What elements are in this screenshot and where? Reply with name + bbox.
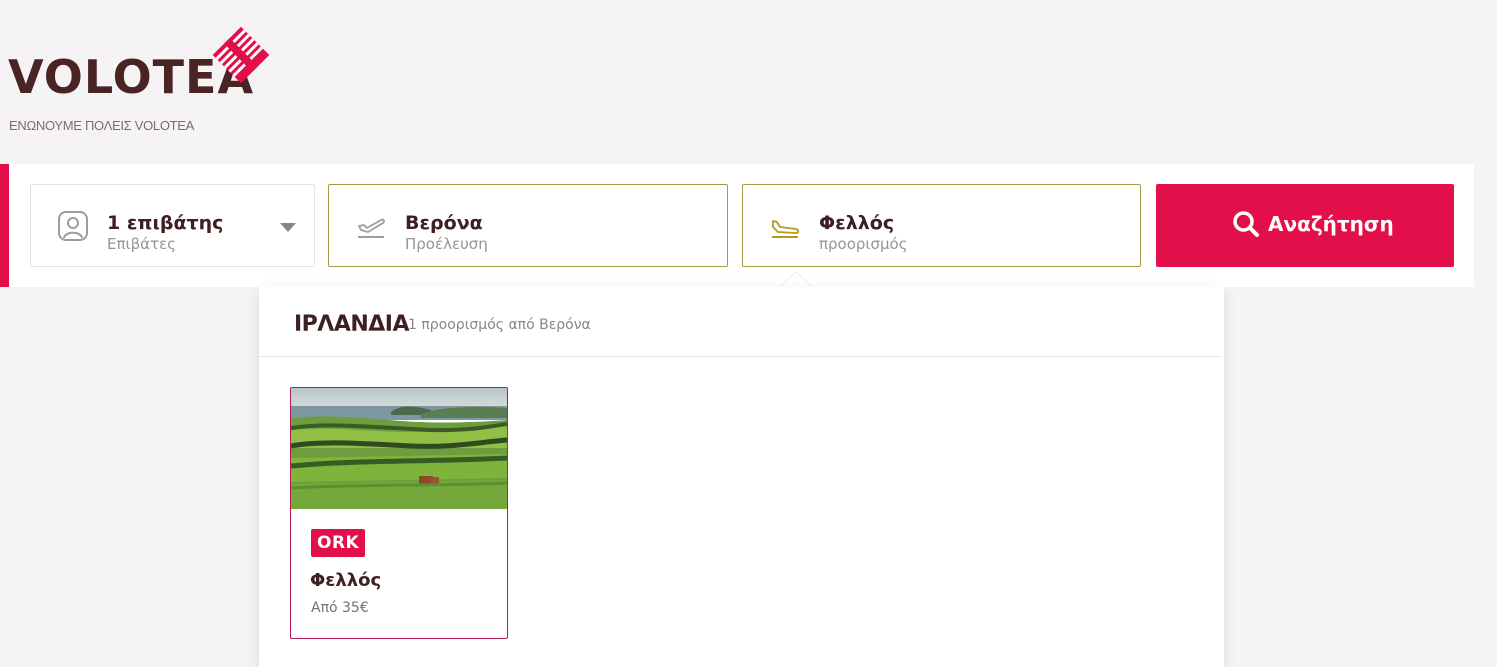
destination-field[interactable]: Φελλός προορισμός: [742, 184, 1141, 267]
passengers-value: 1 επιβάτης: [107, 212, 224, 234]
origin-label: Προέλευση: [405, 235, 488, 253]
country-header: ΙΡΛΑΝΔΙΑ 1 προορισμός από Βερόνα: [259, 287, 1221, 357]
destination-label: προορισμός: [819, 235, 908, 253]
logo-tagline: ΕΝΩΝΟΥΜΕ ΠΟΛΕΙΣ VOLOTEA: [9, 118, 195, 133]
passengers-label: Επιβάτες: [107, 235, 176, 253]
iata-code-badge: ORK: [311, 529, 366, 557]
plane-landing-icon: [772, 220, 800, 238]
destination-city: Φελλός: [310, 570, 382, 591]
person-icon: [58, 211, 88, 241]
chevron-down-icon[interactable]: [280, 223, 296, 232]
search-button-label: Αναζήτηση: [1268, 212, 1394, 236]
volotea-logo[interactable]: VOLOTEA ΕΝΩΝΟΥΜΕ ΠΟΛΕΙΣ VOLOTEA: [8, 24, 278, 136]
destination-value: Φελλός: [819, 212, 895, 234]
search-button[interactable]: Αναζήτηση: [1156, 184, 1454, 267]
destination-card[interactable]: ORK Φελλός Από 35€: [290, 387, 508, 639]
search-icon: [1233, 211, 1259, 237]
green-fields-coast-photo: [291, 388, 507, 509]
destination-count: 1 προορισμός από Βερόνα: [408, 317, 591, 333]
destinations-dropdown: ΙΡΛΑΝΔΙΑ 1 προορισμός από Βερόνα ORK Φελ…: [259, 287, 1224, 667]
origin-value: Βερόνα: [405, 212, 483, 234]
country-title: ΙΡΛΑΝΔΙΑ: [294, 312, 410, 337]
logo-diamond-icon: [212, 26, 270, 84]
passengers-selector[interactable]: 1 επιβάτης Επιβάτες: [30, 184, 315, 267]
dropdown-pointer: [780, 272, 812, 288]
search-bar: 1 επιβάτης Επιβάτες Βερόνα Προέλευση Φελ…: [0, 164, 1474, 287]
origin-field[interactable]: Βερόνα Προέλευση: [328, 184, 728, 267]
plane-takeoff-icon: [358, 218, 385, 238]
destination-price: Από 35€: [311, 600, 369, 616]
